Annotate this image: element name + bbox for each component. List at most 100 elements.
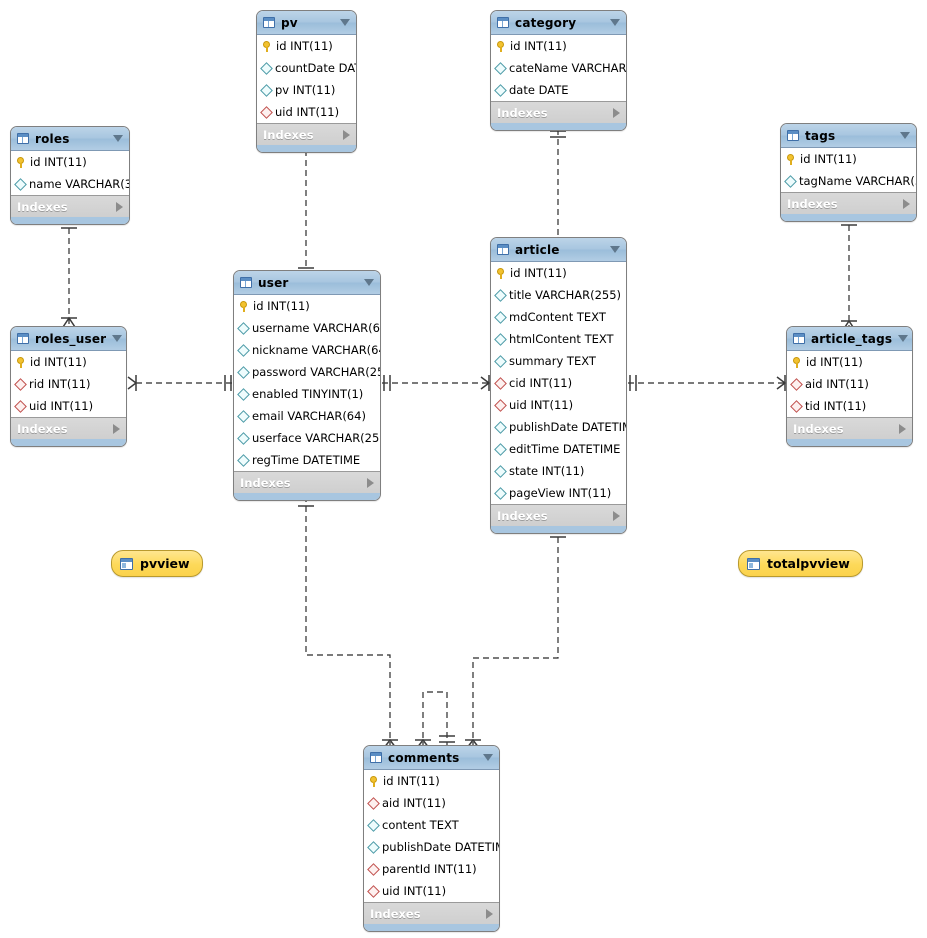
column-row[interactable]: id INT(11)	[491, 262, 626, 284]
column-row[interactable]: uid INT(11)	[11, 395, 126, 417]
table-node-roles[interactable]: roles id INT(11) name VARCHAR(32) Indexe…	[10, 126, 130, 225]
table-header-tags[interactable]: tags	[781, 124, 916, 148]
column-row[interactable]: aid INT(11)	[364, 792, 499, 814]
column-row[interactable]: nickname VARCHAR(64)	[234, 339, 380, 361]
column-row[interactable]: enabled TINYINT(1)	[234, 383, 380, 405]
column-row[interactable]: id INT(11)	[781, 148, 916, 170]
indexes-bar[interactable]: Indexes	[787, 417, 912, 439]
column-row[interactable]: uid INT(11)	[364, 880, 499, 902]
chevron-down-icon[interactable]	[340, 19, 350, 26]
column-diamond-icon	[494, 288, 507, 302]
column-row[interactable]: state INT(11)	[491, 460, 626, 482]
column-row[interactable]: countDate DATE	[257, 57, 356, 79]
column-diamond-icon	[237, 343, 250, 357]
column-row[interactable]: id INT(11)	[11, 151, 129, 173]
column-row[interactable]: cid INT(11)	[491, 372, 626, 394]
table-header-article-tags[interactable]: article_tags	[787, 327, 912, 351]
column-row[interactable]: publishDate DATETIME	[364, 836, 499, 858]
column-row[interactable]: content TEXT	[364, 814, 499, 836]
chevron-down-icon[interactable]	[483, 754, 493, 761]
chevron-right-icon[interactable]	[903, 198, 910, 209]
column-row[interactable]: tid INT(11)	[787, 395, 912, 417]
column-row[interactable]: pv INT(11)	[257, 79, 356, 101]
chevron-right-icon[interactable]	[899, 423, 906, 434]
column-row[interactable]: password VARCHAR(255)	[234, 361, 380, 383]
chevron-down-icon[interactable]	[898, 335, 909, 342]
column-row[interactable]: publishDate DATETIME	[491, 416, 626, 438]
column-row[interactable]: uid INT(11)	[257, 101, 356, 123]
column-row[interactable]: mdContent TEXT	[491, 306, 626, 328]
table-header-roles[interactable]: roles	[11, 127, 129, 151]
column-row[interactable]: email VARCHAR(64)	[234, 405, 380, 427]
column-row[interactable]: uid INT(11)	[491, 394, 626, 416]
view-title: pvview	[140, 556, 190, 571]
chevron-right-icon[interactable]	[613, 107, 620, 118]
column-row[interactable]: username VARCHAR(64)	[234, 317, 380, 339]
table-header-roles-user[interactable]: roles_user	[11, 327, 126, 351]
view-node-totalpvview[interactable]: totalpvview	[738, 550, 863, 577]
indexes-bar[interactable]: Indexes	[364, 902, 499, 924]
column-row[interactable]: cateName VARCHAR(64)	[491, 57, 626, 79]
indexes-bar[interactable]: Indexes	[491, 101, 626, 123]
column-row[interactable]: summary TEXT	[491, 350, 626, 372]
view-node-pvview[interactable]: pvview	[111, 550, 203, 577]
table-node-article-tags[interactable]: article_tags id INT(11) aid INT(11) tid …	[786, 326, 913, 447]
indexes-bar[interactable]: Indexes	[234, 471, 380, 493]
chevron-right-icon[interactable]	[367, 477, 374, 488]
indexes-bar[interactable]: Indexes	[11, 417, 126, 439]
column-label: summary TEXT	[509, 354, 596, 368]
chevron-down-icon[interactable]	[364, 279, 374, 286]
table-node-category[interactable]: category id INT(11) cateName VARCHAR(64)…	[490, 10, 627, 131]
column-row[interactable]: id INT(11)	[787, 351, 912, 373]
column-row[interactable]: id INT(11)	[491, 35, 626, 57]
column-row[interactable]: id INT(11)	[11, 351, 126, 373]
table-node-tags[interactable]: tags id INT(11) tagName VARCHAR(32) Inde…	[780, 123, 917, 222]
column-row[interactable]: regTime DATETIME	[234, 449, 380, 471]
table-header-pv[interactable]: pv	[257, 11, 356, 35]
column-label: email VARCHAR(64)	[252, 409, 366, 423]
table-node-pv[interactable]: pv id INT(11) countDate DATE pv INT(11) …	[256, 10, 357, 153]
indexes-bar[interactable]: Indexes	[491, 504, 626, 526]
column-row[interactable]: parentId INT(11)	[364, 858, 499, 880]
column-row[interactable]: aid INT(11)	[787, 373, 912, 395]
chevron-down-icon[interactable]	[610, 246, 620, 253]
column-row[interactable]: id INT(11)	[257, 35, 356, 57]
chevron-down-icon[interactable]	[113, 135, 123, 142]
table-header-user[interactable]: user	[234, 271, 380, 295]
column-row[interactable]: id INT(11)	[234, 295, 380, 317]
chevron-right-icon[interactable]	[486, 908, 493, 919]
table-node-roles-user[interactable]: roles_user id INT(11) rid INT(11) uid IN…	[10, 326, 127, 447]
table-node-article[interactable]: article id INT(11) title VARCHAR(255) md…	[490, 237, 627, 534]
column-diamond-icon	[494, 310, 507, 324]
column-row[interactable]: date DATE	[491, 79, 626, 101]
table-footer	[781, 214, 916, 221]
column-row[interactable]: rid INT(11)	[11, 373, 126, 395]
chevron-right-icon[interactable]	[113, 423, 120, 434]
indexes-bar[interactable]: Indexes	[257, 123, 356, 145]
er-diagram-canvas[interactable]: pv id INT(11) countDate DATE pv INT(11) …	[0, 0, 927, 938]
chevron-right-icon[interactable]	[613, 510, 620, 521]
column-row[interactable]: tagName VARCHAR(32)	[781, 170, 916, 192]
chevron-down-icon[interactable]	[112, 335, 123, 342]
column-row[interactable]: htmlContent TEXT	[491, 328, 626, 350]
indexes-bar[interactable]: Indexes	[11, 195, 129, 217]
column-row[interactable]: pageView INT(11)	[491, 482, 626, 504]
chevron-right-icon[interactable]	[343, 129, 350, 140]
column-diamond-icon	[494, 61, 507, 75]
primary-key-icon	[496, 267, 506, 279]
column-row[interactable]: id INT(11)	[364, 770, 499, 792]
chevron-right-icon[interactable]	[116, 201, 123, 212]
table-header-comments[interactable]: comments	[364, 746, 499, 770]
table-node-user[interactable]: user id INT(11) username VARCHAR(64) nic…	[233, 270, 381, 501]
table-header-category[interactable]: category	[491, 11, 626, 35]
table-node-comments[interactable]: comments id INT(11) aid INT(11) content …	[363, 745, 500, 932]
chevron-down-icon[interactable]	[900, 132, 910, 139]
chevron-down-icon[interactable]	[610, 19, 620, 26]
column-row[interactable]: editTime DATETIME	[491, 438, 626, 460]
column-label: cateName VARCHAR(64)	[509, 61, 627, 75]
table-header-article[interactable]: article	[491, 238, 626, 262]
indexes-bar[interactable]: Indexes	[781, 192, 916, 214]
column-row[interactable]: name VARCHAR(32)	[11, 173, 129, 195]
column-row[interactable]: userface VARCHAR(255)	[234, 427, 380, 449]
column-row[interactable]: title VARCHAR(255)	[491, 284, 626, 306]
